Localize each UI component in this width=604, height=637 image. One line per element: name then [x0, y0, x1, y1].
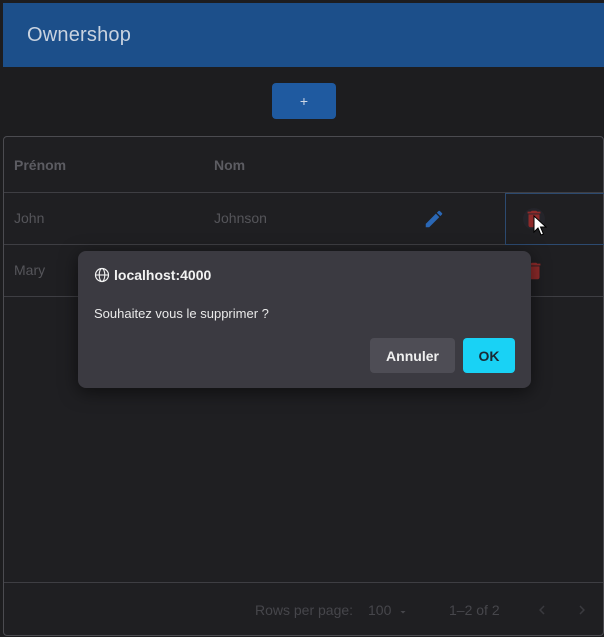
cell-prenom: John — [14, 210, 45, 226]
cell-prenom: Mary — [14, 262, 46, 278]
rows-per-page-label: Rows per page: — [255, 602, 354, 618]
next-page-icon[interactable] — [573, 601, 591, 619]
dialog-message: Souhaitez vous le supprimer ? — [94, 306, 269, 321]
previous-page-icon[interactable] — [533, 601, 551, 619]
globe-icon — [94, 267, 110, 283]
page-info: 1–2 of 2 — [449, 602, 500, 618]
add-button[interactable]: + — [272, 83, 336, 119]
grid-header: Prénom Nom — [4, 137, 603, 193]
app-title: Ownershop — [27, 23, 132, 46]
mouse-cursor-icon — [533, 215, 547, 236]
pagination-footer: Rows per page: 100 1–2 of 2 — [4, 582, 603, 636]
cancel-button[interactable]: Annuler — [370, 338, 455, 373]
column-header-prenom[interactable]: Prénom — [14, 157, 66, 173]
column-header-nom[interactable]: Nom — [214, 157, 245, 173]
cell-nom: Johnson — [214, 210, 267, 226]
delete-cell[interactable] — [505, 193, 604, 245]
ok-button[interactable]: OK — [463, 338, 515, 373]
edit-icon[interactable] — [423, 208, 445, 230]
confirm-dialog: localhost:4000 Souhaitez vous le supprim… — [78, 251, 531, 388]
chevron-down-icon[interactable] — [397, 606, 409, 618]
dialog-origin: localhost:4000 — [114, 267, 212, 283]
app-bar: Ownershop — [3, 3, 604, 67]
rows-per-page-select[interactable]: 100 — [368, 602, 391, 618]
table-row[interactable]: John Johnson — [4, 193, 604, 245]
